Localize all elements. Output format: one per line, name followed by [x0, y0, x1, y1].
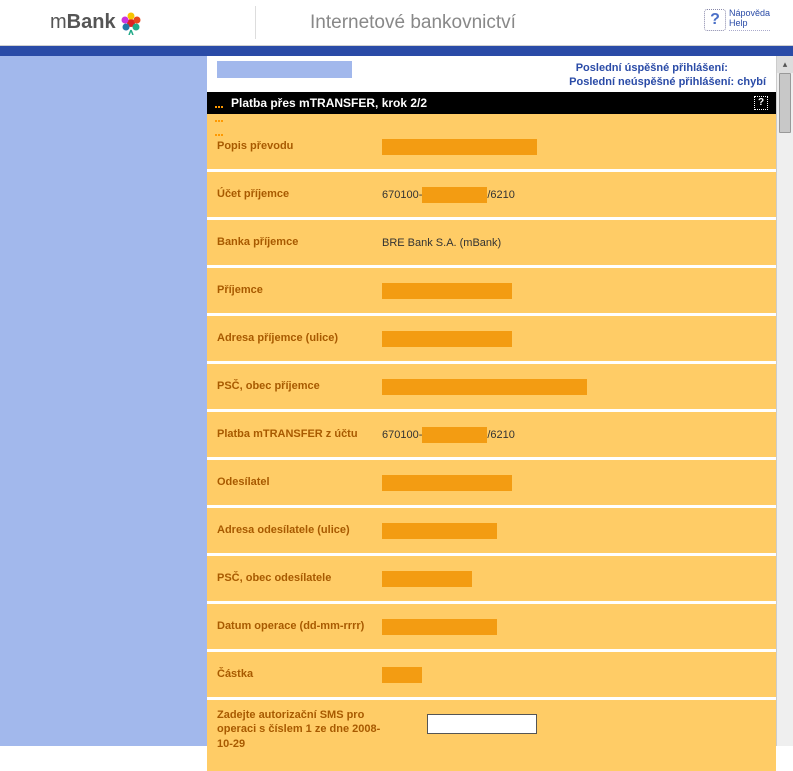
section-title: Platba přes mTRANSFER, krok 2/2: [231, 96, 427, 110]
section-header: Platba přes mTRANSFER, krok 2/2 ?: [207, 92, 776, 114]
main-wrapper: Poslední úspěšné přihlášení: Poslední ne…: [0, 56, 793, 746]
last-success-label: Poslední úspěšné přihlášení:: [576, 62, 728, 74]
recipient-acct-redacted: [422, 187, 487, 203]
row-recipient-city: PSČ, obec příjemce: [207, 364, 776, 412]
scrollbar-up-icon[interactable]: ▴: [777, 56, 793, 73]
row-sender: Odesílatel: [207, 460, 776, 508]
date-redacted: [382, 619, 497, 635]
recipient-bank-value: BRE Bank S.A. (mBank): [382, 237, 501, 249]
help-label: Nápověda Help: [729, 9, 770, 31]
desc-label: Popis převodu: [217, 139, 382, 153]
amount-label: Částka: [217, 667, 382, 681]
from-acct-redacted: [422, 427, 487, 443]
help-link[interactable]: ? Nápověda Help: [701, 6, 773, 34]
row-from-account: Platba mTRANSFER z účtu 670100- /6210: [207, 412, 776, 460]
last-failure-value: chybí: [737, 76, 766, 88]
row-sender-street: Adresa odesílatele (ulice): [207, 508, 776, 556]
sender-street-label: Adresa odesílatele (ulice): [217, 523, 382, 537]
sms-code-input[interactable]: [427, 714, 537, 734]
login-info: Poslední úspěšné přihlášení: Poslední ne…: [207, 56, 776, 92]
dots-icon: [215, 98, 226, 109]
recipient-city-redacted: [382, 379, 587, 395]
sender-city-redacted: [382, 571, 472, 587]
amount-redacted: [382, 667, 422, 683]
recipient-name-redacted: [382, 283, 512, 299]
last-failure-label: Poslední neúspěšné přihlášení:: [569, 76, 734, 88]
page-title: Internetové bankovnictví: [310, 12, 516, 34]
row-recipient-street: Adresa příjemce (ulice): [207, 316, 776, 364]
from-acct-prefix: 670100-: [382, 429, 422, 441]
row-recipient-account: Účet příjemce 670100- /6210: [207, 172, 776, 220]
content-column: Poslední úspěšné přihlášení: Poslední ne…: [207, 56, 793, 746]
row-sms-auth: Zadejte autorizační SMS pro operaci s čí…: [207, 700, 776, 771]
sender-redacted: [382, 475, 512, 491]
row-recipient-bank: Banka příjemce BRE Bank S.A. (mBank): [207, 220, 776, 268]
sms-label: Zadejte autorizační SMS pro operaci s čí…: [217, 708, 382, 751]
section-help-icon[interactable]: ?: [754, 96, 768, 110]
desc-redacted: [382, 139, 537, 155]
session-redacted: [217, 61, 352, 78]
app-header: mBank Internetové bankovnictví ? Nápověd…: [0, 0, 793, 46]
logo-flower-icon: [119, 11, 143, 35]
transfer-form: Popis převodu Účet příjemce 670100- /6210…: [207, 114, 776, 771]
recipient-acct-suffix: /6210: [487, 189, 515, 201]
sender-label: Odesílatel: [217, 475, 382, 489]
accent-stripe: [0, 46, 793, 56]
logo-text: mBank: [50, 11, 116, 34]
sender-street-redacted: [382, 523, 497, 539]
row-sender-city: PSČ, obec odesílatele: [207, 556, 776, 604]
scrollbar[interactable]: ▴: [776, 56, 793, 746]
logo: mBank: [50, 11, 143, 35]
row-description: Popis převodu: [207, 124, 776, 172]
from-acct-label: Platba mTRANSFER z účtu: [217, 427, 382, 441]
last-success-redacted: [731, 63, 766, 74]
header-divider: [255, 6, 256, 39]
row-operation-date: Datum operace (dd-mm-rrrr): [207, 604, 776, 652]
recipient-street-label: Adresa příjemce (ulice): [217, 331, 382, 345]
recipient-acct-prefix: 670100-: [382, 189, 422, 201]
recipient-city-label: PSČ, obec příjemce: [217, 379, 382, 393]
row-amount: Částka: [207, 652, 776, 700]
recipient-bank-label: Banka příjemce: [217, 235, 382, 249]
recipient-name-label: Příjemce: [217, 283, 382, 297]
scrollbar-thumb[interactable]: [779, 73, 791, 133]
left-sidebar: [0, 56, 207, 746]
row-recipient-name: Příjemce: [207, 268, 776, 316]
from-acct-suffix: /6210: [487, 429, 515, 441]
recipient-acct-label: Účet příjemce: [217, 187, 382, 201]
date-label: Datum operace (dd-mm-rrrr): [217, 619, 382, 633]
recipient-street-redacted: [382, 331, 512, 347]
sender-city-label: PSČ, obec odesílatele: [217, 571, 382, 585]
help-icon: ?: [704, 9, 726, 31]
